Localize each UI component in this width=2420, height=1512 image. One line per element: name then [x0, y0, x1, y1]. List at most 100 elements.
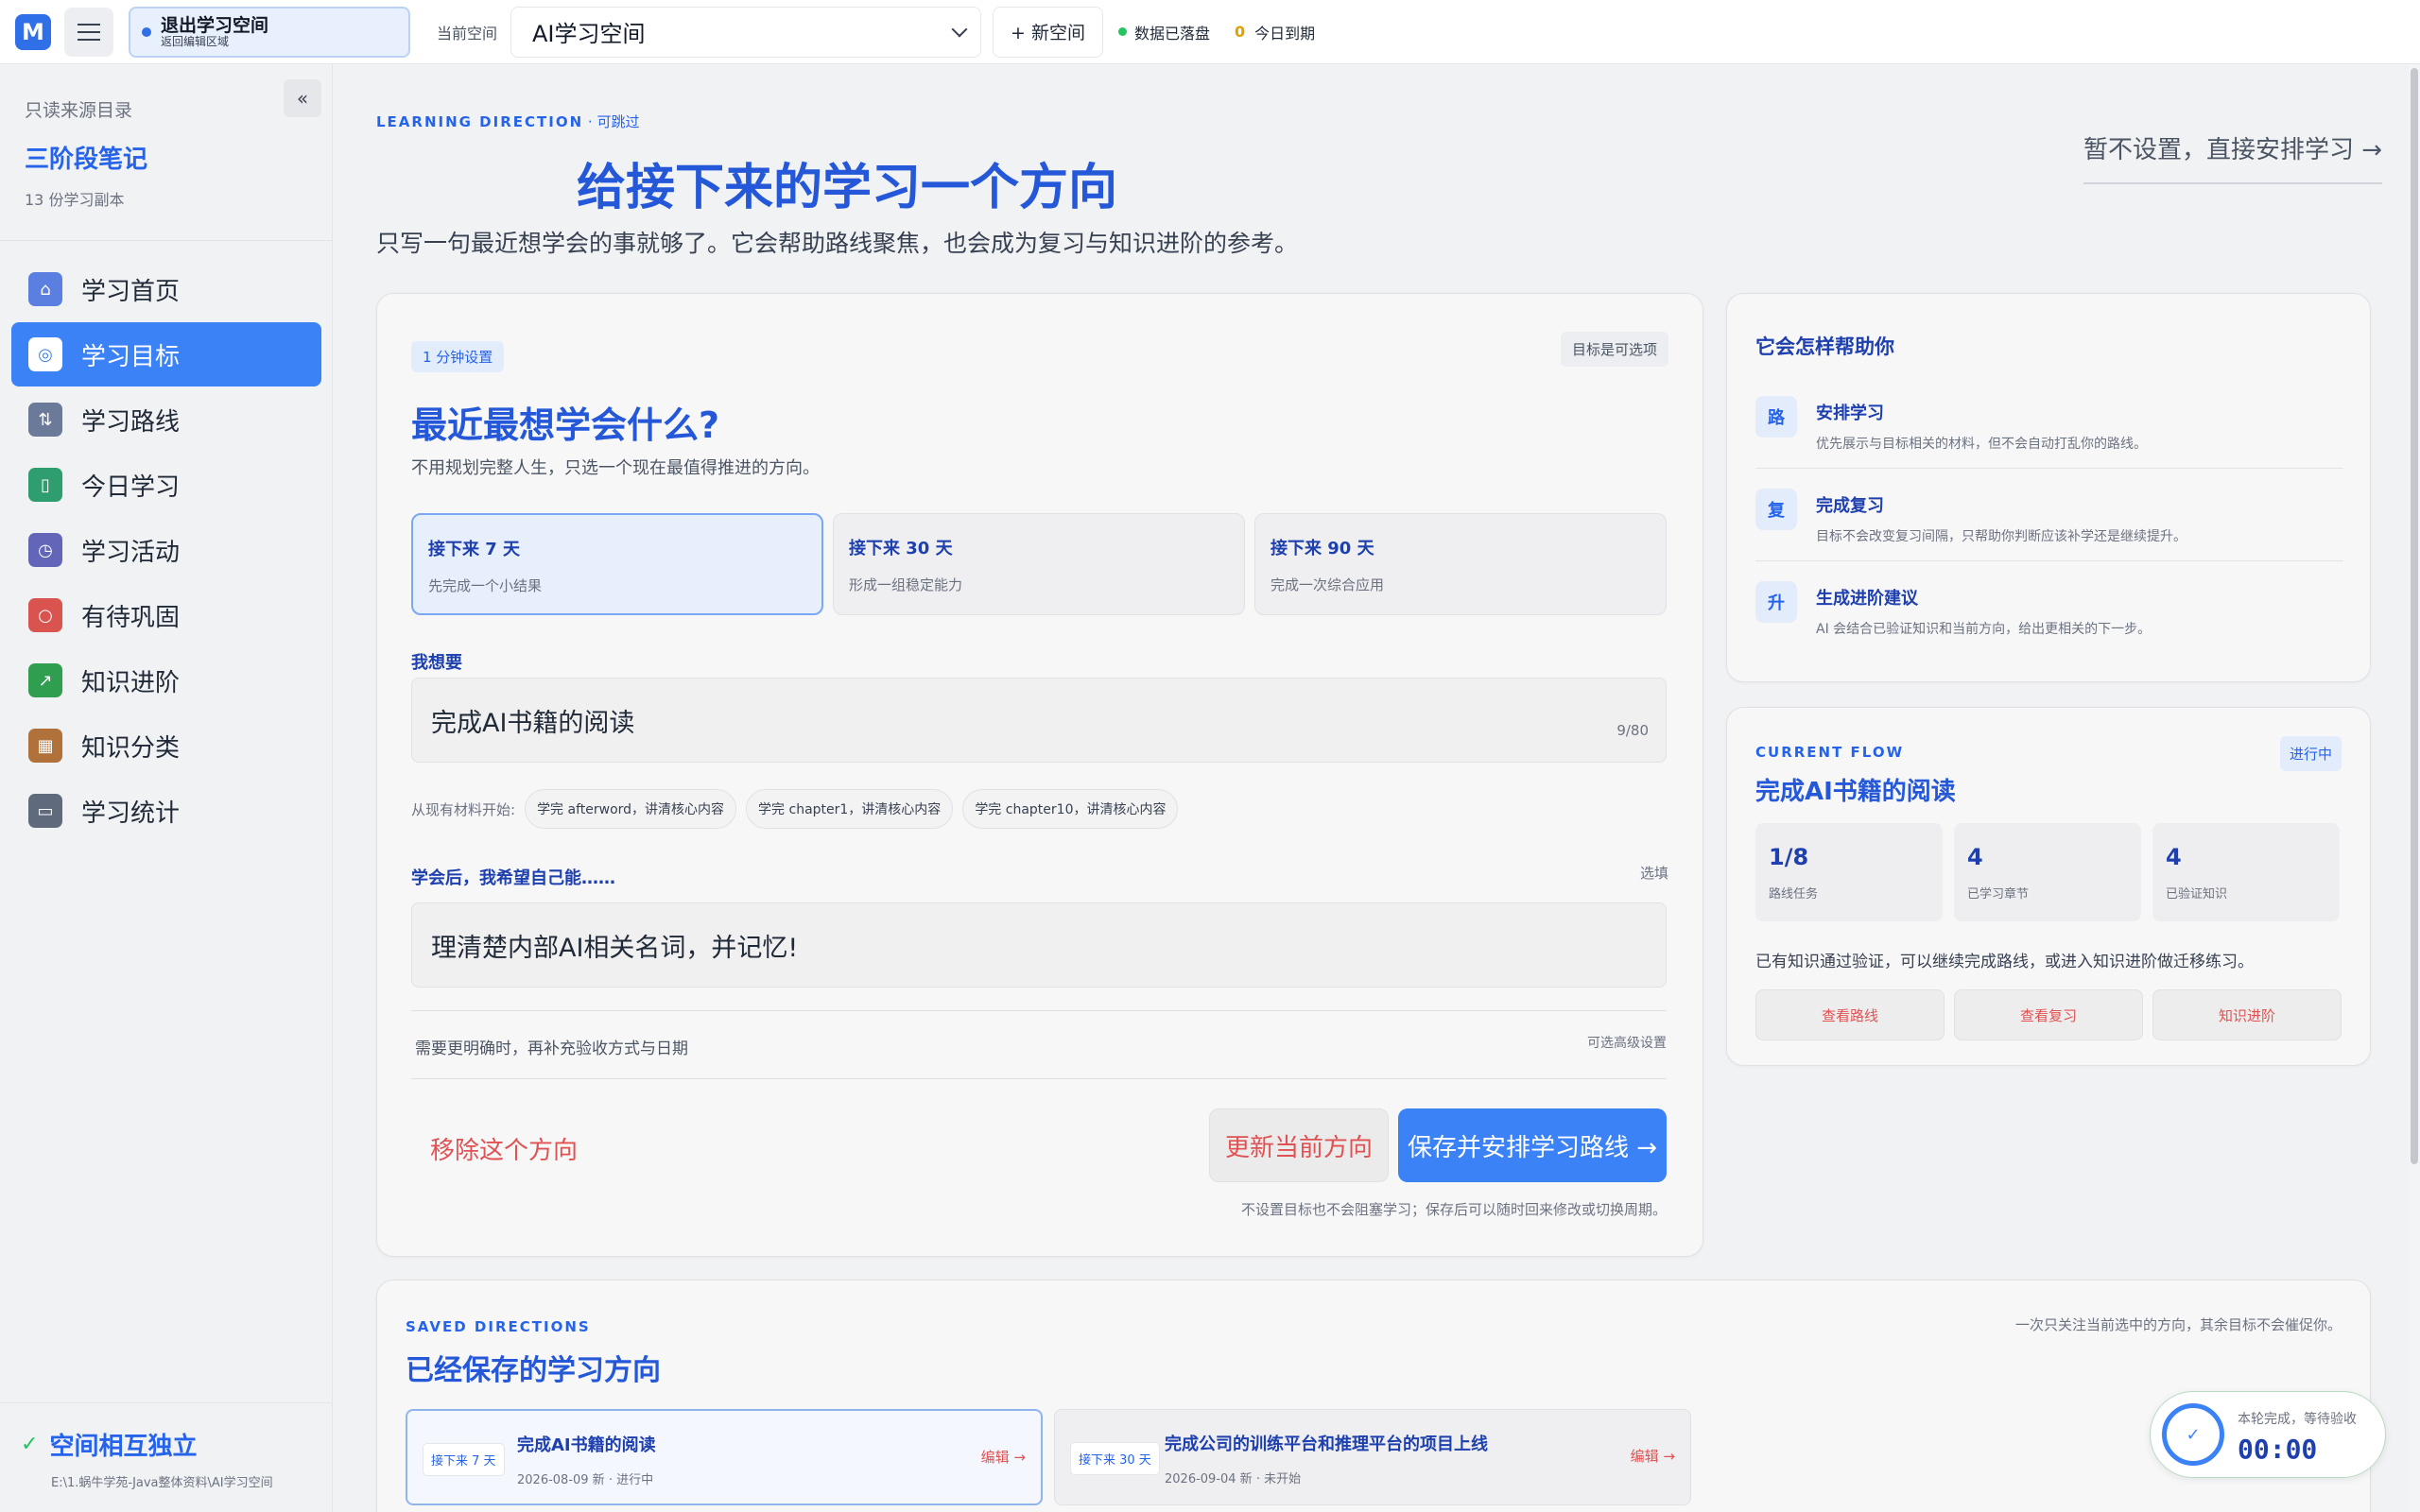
update-direction-button[interactable]: 更新当前方向 [1209, 1108, 1389, 1182]
saved-direction-name: 完成公司的训练平台和推理平台的项目上线 [1165, 1435, 1488, 1454]
period-title: 接下来 30 天 [849, 539, 953, 558]
want-input-value: 完成AI书籍的阅读 [431, 708, 635, 738]
sidebar-item-label: 学习首页 [81, 277, 181, 306]
help-item-name: 完成复习 [1816, 496, 1884, 516]
edit-link[interactable]: 编辑 → [981, 1447, 1026, 1467]
home-icon: ⌂ [28, 272, 62, 306]
goal-footnote: 不设置目标也不会阻塞学习；保存后可以随时回来修改或切换周期。 [1240, 1201, 1667, 1218]
scrollbar-thumb[interactable] [2411, 68, 2418, 1164]
due-label: 今日到期 [1254, 24, 1316, 43]
period-desc: 形成一组稳定能力 [849, 576, 963, 593]
sidebar-item-label: 有待巩固 [81, 603, 181, 632]
sidebar-item-activity[interactable]: ◷ 学习活动 [11, 518, 321, 582]
new-space-button[interactable]: + 新空间 [993, 6, 1103, 58]
remove-direction-button[interactable]: 移除这个方向 [430, 1131, 578, 1166]
more-detail-toggle[interactable]: 需要更明确时，再补充验收方式与日期 [415, 1035, 688, 1058]
flow-eyebrow: CURRENT FLOW [1755, 744, 1905, 761]
sidebar-item-label: 学习活动 [81, 538, 181, 567]
hope-input[interactable]: 理清楚内部AI相关名词，并记忆! [411, 902, 1667, 988]
sidebar-item-advance[interactable]: ↗ 知识进阶 [11, 648, 321, 713]
saved-direction-name: 完成AI书籍的阅读 [517, 1435, 656, 1455]
saved-directions-card: SAVED DIRECTIONS 已经保存的学习方向 一次只关注当前选中的方向，… [376, 1280, 2371, 1512]
sidebar-item-goals[interactable]: ◎ 学习目标 [11, 322, 321, 387]
sidebar-item-today[interactable]: ▯ 今日学习 [11, 453, 321, 517]
sidebar-footer-divider [0, 1402, 333, 1403]
folder-icon: ▭ [28, 794, 62, 828]
saved-note: 一次只关注当前选中的方向，其余目标不会催促你。 [2014, 1316, 2342, 1333]
material-chips: 从现有材料开始: 学完 afterword，讲清核心内容 学完 chapter1… [411, 789, 1179, 829]
knowledge-advance-button[interactable]: 知识进阶 [2152, 989, 2342, 1040]
want-label: 我想要 [411, 653, 462, 673]
optional-badge: 目标是可选项 [1560, 332, 1668, 367]
sidebar-item-home[interactable]: ⌂ 学习首页 [11, 257, 321, 321]
current-flow-card: CURRENT FLOW 进行中 完成AI书籍的阅读 1/8 路线任务 4 已学… [1726, 707, 2371, 1066]
status-badge: 进行中 [2279, 736, 2342, 771]
sidebar: « 只读来源目录 三阶段笔记 13 份学习副本 ⌂ 学习首页 ◎ 学习目标 ⇅ … [0, 64, 333, 1512]
check-icon: ✓ [21, 1433, 39, 1456]
period-option-7d[interactable]: 接下来 7 天 先完成一个小结果 [411, 513, 823, 615]
view-route-button[interactable]: 查看路线 [1755, 989, 1945, 1040]
space-select[interactable]: AI学习空间 [510, 6, 982, 58]
period-option-30d[interactable]: 接下来 30 天 形成一组稳定能力 [833, 513, 1245, 615]
space-select-value: AI学习空间 [532, 21, 646, 47]
help-item: 复 完成复习 目标不会改变复习间隔，只帮助你判断应该补学还是继续提升。 [1755, 489, 2343, 581]
sidebar-divider [0, 240, 333, 241]
stat-verified: 4 已验证知识 [2152, 823, 2340, 921]
sidebar-item-review[interactable]: ○ 有待巩固 [11, 583, 321, 647]
sidebar-item-category[interactable]: ▦ 知识分类 [11, 713, 321, 778]
material-chip[interactable]: 学完 chapter10，讲清核心内容 [962, 789, 1179, 829]
advanced-settings[interactable]: 可选高级设置 [1587, 1033, 1667, 1052]
period-title: 接下来 7 天 [428, 540, 521, 559]
chevron-down-icon [951, 21, 968, 37]
session-timer[interactable]: ✓ 本轮完成，等待验收 00:00 [2150, 1391, 2386, 1478]
sidebar-item-label: 今日学习 [81, 472, 181, 502]
sidebar-item-route[interactable]: ⇅ 学习路线 [11, 387, 321, 452]
help-card: 它会怎样帮助你 路 安排学习 优先展示与目标相关的材料，但不会自动打乱你的路线。… [1726, 293, 2371, 682]
stat-label: 已验证知识 [2166, 887, 2228, 902]
sidebar-item-stats[interactable]: ▭ 学习统计 [11, 779, 321, 843]
check-icon: ✓ [2162, 1403, 2224, 1466]
material-chip[interactable]: 学完 chapter1，讲清核心内容 [746, 789, 954, 829]
saved-direction-item[interactable]: 接下来 30 天 完成公司的训练平台和推理平台的项目上线 2026-09-04 … [1054, 1409, 1691, 1505]
goal-question-subtitle: 不用规划完整人生，只选一个现在最值得推进的方向。 [411, 458, 820, 478]
exit-space-title: 退出学习空间 [161, 14, 269, 36]
period-title: 接下来 90 天 [1270, 539, 1374, 558]
hero-eyebrow-optional: · 可跳过 [583, 113, 640, 130]
material-chip[interactable]: 学完 afterword，讲清核心内容 [525, 789, 737, 829]
period-tag: 接下来 7 天 [423, 1443, 505, 1476]
page-title: 给接下来的学习一个方向 [577, 160, 1118, 216]
page-subtitle: 只写一句最近想学会的事就够了。它会帮助路线聚焦，也会成为复习与知识进阶的参考。 [376, 230, 1299, 257]
saved-direction-item[interactable]: 接下来 7 天 完成AI书籍的阅读 2026-08-09 新 · 进行中 编辑 … [406, 1409, 1043, 1505]
want-input[interactable]: 完成AI书籍的阅读 9/80 [411, 678, 1667, 763]
sidebar-item-label: 学习目标 [81, 342, 181, 371]
skip-setup-link[interactable]: 暂不设置，直接安排学习 → [2083, 130, 2383, 184]
view-review-button[interactable]: 查看复习 [1954, 989, 2143, 1040]
setup-time-badge: 1 分钟设置 [411, 341, 505, 372]
goal-question-title: 最近最想学会什么? [411, 404, 720, 446]
save-and-plan-button[interactable]: 保存并安排学习路线 → [1398, 1108, 1667, 1182]
source-count: 13 份学习副本 [25, 191, 125, 209]
hero-eyebrow-text: LEARNING DIRECTION [376, 113, 584, 130]
help-item-name: 安排学习 [1816, 404, 1884, 423]
app-logo[interactable]: M [15, 13, 51, 50]
exit-space-sub: 返回编辑区域 [161, 34, 230, 48]
current-space-label: 当前空间 [437, 24, 498, 43]
help-item-desc: 目标不会改变复习间隔，只帮助你判断应该补学还是继续提升。 [1816, 529, 2187, 544]
period-tag: 接下来 30 天 [1070, 1442, 1160, 1475]
status-area: 数据已落盘 0 今日到期 [1117, 21, 1316, 43]
collapse-sidebar-button[interactable]: « [284, 79, 321, 117]
hope-input-value: 理清楚内部AI相关名词，并记忆! [431, 933, 799, 963]
menu-icon[interactable] [64, 7, 113, 57]
hope-optional: 选填 [1639, 865, 1668, 882]
source-title[interactable]: 三阶段笔记 [25, 140, 147, 175]
flow-title: 完成AI书籍的阅读 [1755, 778, 1956, 806]
exit-space-button[interactable]: 退出学习空间 返回编辑区域 [129, 6, 410, 58]
source-label: 只读来源目录 [25, 100, 133, 121]
route-icon: ⇅ [28, 403, 62, 437]
period-option-90d[interactable]: 接下来 90 天 完成一次综合应用 [1254, 513, 1667, 615]
saved-title: 已经保存的学习方向 [406, 1354, 661, 1387]
space-path: E:\1.蜗牛学苑-Java整体资料\AI学习空间 [51, 1476, 273, 1490]
sidebar-nav: ⌂ 学习首页 ◎ 学习目标 ⇅ 学习路线 ▯ 今日学习 ◷ 学习活动 ○ 有待巩… [11, 257, 321, 844]
stat-chapters: 4 已学习章节 [1954, 823, 2141, 921]
edit-link[interactable]: 编辑 → [1631, 1446, 1675, 1466]
